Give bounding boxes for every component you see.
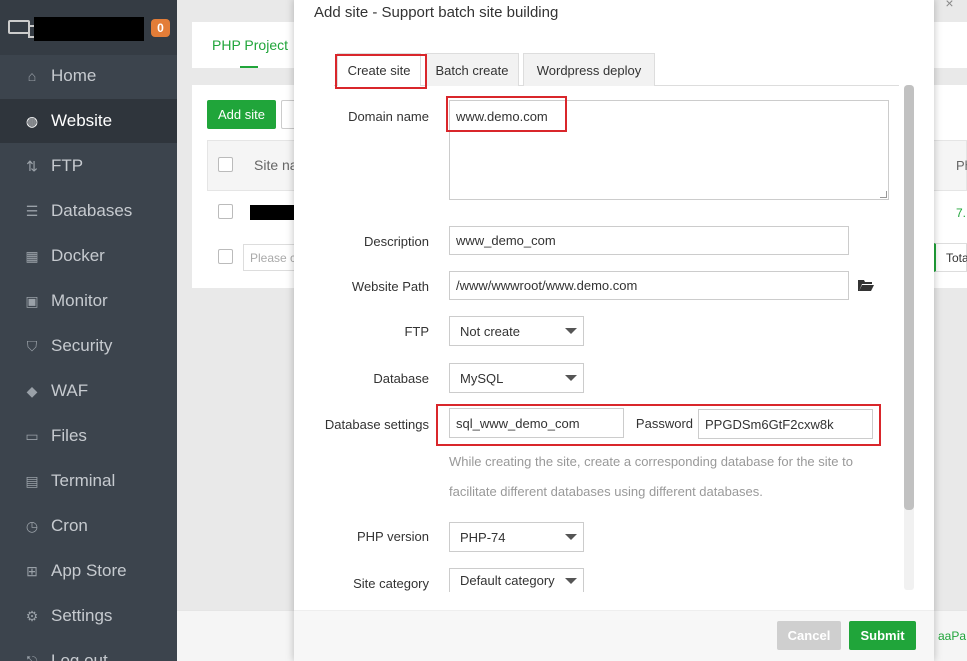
sidebar-item-docker[interactable]: ▦ Docker [0, 234, 177, 278]
shield-icon: ⛉ [26, 337, 38, 354]
column-header-php[interactable]: Ph [956, 158, 967, 173]
row-php-version[interactable]: 7. [956, 206, 966, 220]
tab-wordpress-deploy[interactable]: Wordpress deploy [523, 53, 655, 86]
tab-batch-create[interactable]: Batch create [425, 53, 519, 86]
description-input[interactable]: www_demo_com [449, 226, 849, 255]
sidebar-item-home[interactable]: ⌂ Home [0, 54, 177, 98]
db-settings-label: Database settings [324, 417, 429, 432]
pagination-total: Tota [934, 243, 967, 272]
php-version-label: PHP version [356, 529, 429, 544]
sidebar-item-waf[interactable]: ◆ WAF [0, 369, 177, 413]
row-checkbox[interactable] [218, 204, 233, 219]
password-label: Password [635, 416, 693, 431]
path-input[interactable]: /www/wwwroot/www.demo.com [449, 271, 849, 300]
close-icon[interactable]: × [932, 0, 967, 10]
ftp-icon: ⇅ [26, 157, 38, 174]
folder-icon: ▭ [25, 427, 39, 444]
sidebar-item-monitor[interactable]: ▣ Monitor [0, 279, 177, 323]
sidebar-item-cron[interactable]: ◷ Cron [0, 504, 177, 548]
add-site-button[interactable]: Add site [207, 100, 276, 129]
sidebar-item-app-store[interactable]: ⊞ App Store [0, 549, 177, 593]
php-version-select[interactable]: PHP-74 [449, 522, 584, 552]
notification-badge[interactable]: 0 [151, 19, 170, 37]
docker-icon: ▦ [25, 247, 39, 264]
sidebar-item-security[interactable]: ⛉ Security [0, 324, 177, 368]
monitor-icon: ▣ [25, 292, 39, 309]
footer-brand[interactable]: aaPa [938, 629, 966, 643]
category-select[interactable]: Default category [449, 568, 584, 592]
password-input[interactable]: PPGDSm6GtF2cxw8k [698, 409, 873, 439]
clock-icon: ◷ [25, 517, 39, 534]
ftp-label: FTP [404, 324, 429, 339]
redacted-server-name [34, 17, 144, 41]
sidebar-item-terminal[interactable]: ▤ Terminal [0, 459, 177, 503]
waf-shield-icon: ◆ [26, 382, 38, 399]
column-header-site[interactable]: Site na [254, 157, 298, 173]
sidebar: 0 ⌂ Home ◍ Website ⇅ FTP ☰ Databases ▦ Docker… [0, 0, 177, 661]
category-label: Site category [353, 576, 429, 591]
sidebar-item-website[interactable]: ◍ Website [0, 99, 177, 143]
redacted-site-name [250, 205, 295, 220]
home-icon: ⌂ [27, 68, 37, 84]
db-hint-line-2: facilitate different databases using dif… [449, 484, 763, 499]
database-label: Database [373, 371, 429, 386]
folder-open-icon[interactable] [858, 279, 874, 291]
ftp-select[interactable]: Not create [449, 316, 584, 346]
path-label: Website Path [351, 279, 429, 294]
sidebar-item-logout[interactable]: ⎋ Log out [0, 639, 177, 661]
database-icon: ☰ [25, 202, 39, 219]
active-tab-underline [240, 66, 258, 68]
gear-icon: ⚙ [25, 607, 39, 624]
tab-php-project[interactable]: PHP Project [212, 37, 288, 53]
resize-handle-icon[interactable] [880, 191, 887, 198]
sidebar-header: 0 [0, 0, 177, 55]
submit-button[interactable]: Submit [849, 621, 916, 650]
logout-icon: ⎋ [26, 652, 38, 661]
tab-create-site[interactable]: Create site [337, 53, 421, 86]
modal-scrollbar-thumb[interactable] [904, 85, 914, 510]
globe-icon: ◍ [25, 112, 39, 129]
domain-textarea[interactable]: www.demo.com [449, 100, 889, 200]
sidebar-item-databases[interactable]: ☰ Databases [0, 189, 177, 233]
cancel-button[interactable]: Cancel [777, 621, 841, 650]
description-label: Description [363, 234, 429, 249]
batch-checkbox[interactable] [218, 249, 233, 264]
server-icon [8, 20, 37, 38]
modal-title: Add site - Support batch site building [314, 4, 559, 21]
domain-label: Domain name [348, 109, 429, 124]
db-hint-line-1: While creating the site, create a corres… [449, 454, 853, 469]
select-all-checkbox[interactable] [218, 157, 233, 172]
sidebar-item-ftp[interactable]: ⇅ FTP [0, 144, 177, 188]
apps-icon: ⊞ [26, 562, 38, 579]
terminal-icon: ▤ [25, 472, 39, 489]
sidebar-item-settings[interactable]: ⚙ Settings [0, 594, 177, 638]
sidebar-item-files[interactable]: ▭ Files [0, 414, 177, 458]
database-select[interactable]: MySQL [449, 363, 584, 393]
